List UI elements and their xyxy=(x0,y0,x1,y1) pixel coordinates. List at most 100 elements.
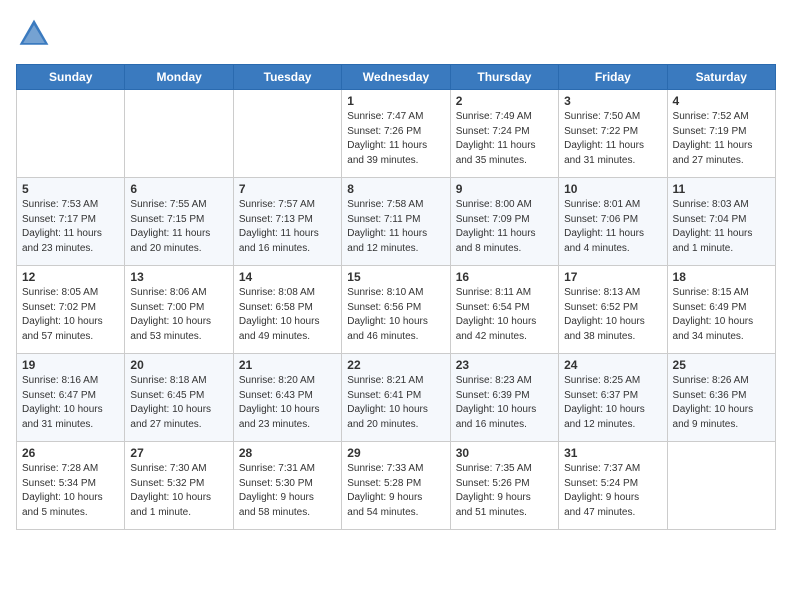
day-info: Sunrise: 8:08 AM Sunset: 6:58 PM Dayligh… xyxy=(239,286,336,344)
day-info: Sunrise: 8:01 AM Sunset: 7:06 PM Dayligh… xyxy=(564,198,661,256)
weekday-header-cell: Saturday xyxy=(667,65,775,90)
calendar-day-cell: 11Sunrise: 8:03 AM Sunset: 7:04 PM Dayli… xyxy=(667,178,775,266)
calendar-day-cell: 30 Sunrise: 7:35 AM Sunset: 5:26 PM Dayli… xyxy=(450,442,558,530)
day-info: Sunrise: 7:50 AM Sunset: 7:22 PM Dayligh… xyxy=(564,110,661,168)
weekday-header-cell: Friday xyxy=(559,65,667,90)
calendar-day-cell: 15 Sunrise: 8:10 AM Sunset: 6:56 PM Dayli… xyxy=(342,266,450,354)
calendar-day-cell: 24 Sunrise: 8:25 AM Sunset: 6:37 PM Dayli… xyxy=(559,354,667,442)
weekday-header-cell: Monday xyxy=(125,65,233,90)
day-number: 21 xyxy=(239,358,336,372)
day-info: Sunrise: 8:13 AM Sunset: 6:52 PM Dayligh… xyxy=(564,286,661,344)
calendar-day-cell: 3 Sunrise: 7:50 AM Sunset: 7:22 PM Daylig… xyxy=(559,90,667,178)
calendar-day-cell: 31 Sunrise: 7:37 AM Sunset: 5:24 PM Dayli… xyxy=(559,442,667,530)
day-info: Sunrise: 8:15 AM Sunset: 6:49 PM Dayligh… xyxy=(673,286,770,344)
calendar-day-cell: 19 Sunrise: 8:16 AM Sunset: 6:47 PM Dayli… xyxy=(17,354,125,442)
calendar-day-cell: 13 Sunrise: 8:06 AM Sunset: 7:00 PM Dayli… xyxy=(125,266,233,354)
day-number: 30 xyxy=(456,446,553,460)
calendar-day-cell: 16Sunrise: 8:11 AM Sunset: 6:54 PM Dayli… xyxy=(450,266,558,354)
day-number: 20 xyxy=(130,358,227,372)
calendar-day-cell: 10 Sunrise: 8:01 AM Sunset: 7:06 PM Dayli… xyxy=(559,178,667,266)
calendar-day-cell: 9Sunrise: 8:00 AM Sunset: 7:09 PM Daylig… xyxy=(450,178,558,266)
calendar-header: SundayMondayTuesdayWednesdayThursdayFrid… xyxy=(17,65,776,90)
day-info: Sunrise: 7:53 AM Sunset: 7:17 PM Dayligh… xyxy=(22,198,119,256)
day-info: Sunrise: 7:28 AM Sunset: 5:34 PM Dayligh… xyxy=(22,462,119,520)
calendar-week-row: 12 Sunrise: 8:05 AM Sunset: 7:02 PM Dayli… xyxy=(17,266,776,354)
day-number: 8 xyxy=(347,182,444,196)
day-number: 1 xyxy=(347,94,444,108)
day-info: Sunrise: 8:16 AM Sunset: 6:47 PM Dayligh… xyxy=(22,374,119,432)
calendar-day-cell xyxy=(125,90,233,178)
calendar-day-cell: 28 Sunrise: 7:31 AM Sunset: 5:30 PM Dayli… xyxy=(233,442,341,530)
day-info: Sunrise: 8:00 AM Sunset: 7:09 PM Dayligh… xyxy=(456,198,553,256)
day-info: Sunrise: 7:31 AM Sunset: 5:30 PM Dayligh… xyxy=(239,462,336,520)
calendar-day-cell: 14 Sunrise: 8:08 AM Sunset: 6:58 PM Dayli… xyxy=(233,266,341,354)
day-number: 6 xyxy=(130,182,227,196)
weekday-header-cell: Sunday xyxy=(17,65,125,90)
day-number: 17 xyxy=(564,270,661,284)
calendar-day-cell: 4Sunrise: 7:52 AM Sunset: 7:19 PM Daylig… xyxy=(667,90,775,178)
calendar-week-row: 19 Sunrise: 8:16 AM Sunset: 6:47 PM Dayli… xyxy=(17,354,776,442)
day-info: Sunrise: 7:30 AM Sunset: 5:32 PM Dayligh… xyxy=(130,462,227,520)
day-number: 29 xyxy=(347,446,444,460)
calendar-day-cell: 7Sunrise: 7:57 AM Sunset: 7:13 PM Daylig… xyxy=(233,178,341,266)
day-info: Sunrise: 8:10 AM Sunset: 6:56 PM Dayligh… xyxy=(347,286,444,344)
logo xyxy=(16,16,58,52)
day-info: Sunrise: 7:33 AM Sunset: 5:28 PM Dayligh… xyxy=(347,462,444,520)
day-number: 24 xyxy=(564,358,661,372)
day-number: 5 xyxy=(22,182,119,196)
calendar-day-cell: 12 Sunrise: 8:05 AM Sunset: 7:02 PM Dayli… xyxy=(17,266,125,354)
day-info: Sunrise: 8:26 AM Sunset: 6:36 PM Dayligh… xyxy=(673,374,770,432)
day-number: 18 xyxy=(673,270,770,284)
weekday-header-cell: Tuesday xyxy=(233,65,341,90)
day-number: 3 xyxy=(564,94,661,108)
day-info: Sunrise: 7:58 AM Sunset: 7:11 PM Dayligh… xyxy=(347,198,444,256)
day-number: 31 xyxy=(564,446,661,460)
calendar-day-cell xyxy=(667,442,775,530)
day-info: Sunrise: 7:52 AM Sunset: 7:19 PM Dayligh… xyxy=(673,110,770,168)
calendar-week-row: 26Sunrise: 7:28 AM Sunset: 5:34 PM Dayli… xyxy=(17,442,776,530)
calendar-week-row: 1 Sunrise: 7:47 AM Sunset: 7:26 PM Daylig… xyxy=(17,90,776,178)
day-number: 11 xyxy=(673,182,770,196)
calendar-day-cell: 6Sunrise: 7:55 AM Sunset: 7:15 PM Daylig… xyxy=(125,178,233,266)
logo-icon xyxy=(16,16,52,52)
day-number: 12 xyxy=(22,270,119,284)
day-info: Sunrise: 8:25 AM Sunset: 6:37 PM Dayligh… xyxy=(564,374,661,432)
day-info: Sunrise: 7:47 AM Sunset: 7:26 PM Dayligh… xyxy=(347,110,444,168)
calendar-day-cell xyxy=(17,90,125,178)
day-info: Sunrise: 8:06 AM Sunset: 7:00 PM Dayligh… xyxy=(130,286,227,344)
calendar-day-cell: 22 Sunrise: 8:21 AM Sunset: 6:41 PM Dayli… xyxy=(342,354,450,442)
weekday-header-cell: Thursday xyxy=(450,65,558,90)
calendar-body: 1 Sunrise: 7:47 AM Sunset: 7:26 PM Daylig… xyxy=(17,90,776,530)
page-header xyxy=(16,16,776,52)
day-number: 15 xyxy=(347,270,444,284)
day-number: 10 xyxy=(564,182,661,196)
calendar-day-cell: 17 Sunrise: 8:13 AM Sunset: 6:52 PM Dayli… xyxy=(559,266,667,354)
calendar-day-cell: 1 Sunrise: 7:47 AM Sunset: 7:26 PM Daylig… xyxy=(342,90,450,178)
calendar-day-cell xyxy=(233,90,341,178)
calendar-day-cell: 20 Sunrise: 8:18 AM Sunset: 6:45 PM Dayli… xyxy=(125,354,233,442)
day-info: Sunrise: 8:05 AM Sunset: 7:02 PM Dayligh… xyxy=(22,286,119,344)
day-number: 25 xyxy=(673,358,770,372)
day-number: 13 xyxy=(130,270,227,284)
calendar-day-cell: 23Sunrise: 8:23 AM Sunset: 6:39 PM Dayli… xyxy=(450,354,558,442)
day-info: Sunrise: 8:11 AM Sunset: 6:54 PM Dayligh… xyxy=(456,286,553,344)
day-info: Sunrise: 8:20 AM Sunset: 6:43 PM Dayligh… xyxy=(239,374,336,432)
day-number: 22 xyxy=(347,358,444,372)
day-number: 19 xyxy=(22,358,119,372)
day-number: 28 xyxy=(239,446,336,460)
calendar-day-cell: 29 Sunrise: 7:33 AM Sunset: 5:28 PM Dayli… xyxy=(342,442,450,530)
day-number: 27 xyxy=(130,446,227,460)
calendar-day-cell: 25 Sunrise: 8:26 AM Sunset: 6:36 PM Dayli… xyxy=(667,354,775,442)
calendar-day-cell: 18 Sunrise: 8:15 AM Sunset: 6:49 PM Dayli… xyxy=(667,266,775,354)
calendar-table: SundayMondayTuesdayWednesdayThursdayFrid… xyxy=(16,64,776,530)
calendar-day-cell: 21 Sunrise: 8:20 AM Sunset: 6:43 PM Dayli… xyxy=(233,354,341,442)
day-info: Sunrise: 8:21 AM Sunset: 6:41 PM Dayligh… xyxy=(347,374,444,432)
day-info: Sunrise: 7:49 AM Sunset: 7:24 PM Dayligh… xyxy=(456,110,553,168)
day-info: Sunrise: 8:18 AM Sunset: 6:45 PM Dayligh… xyxy=(130,374,227,432)
day-info: Sunrise: 7:37 AM Sunset: 5:24 PM Dayligh… xyxy=(564,462,661,520)
day-info: Sunrise: 7:35 AM Sunset: 5:26 PM Dayligh… xyxy=(456,462,553,520)
day-number: 23 xyxy=(456,358,553,372)
weekday-header-row: SundayMondayTuesdayWednesdayThursdayFrid… xyxy=(17,65,776,90)
day-number: 14 xyxy=(239,270,336,284)
calendar-day-cell: 26Sunrise: 7:28 AM Sunset: 5:34 PM Dayli… xyxy=(17,442,125,530)
